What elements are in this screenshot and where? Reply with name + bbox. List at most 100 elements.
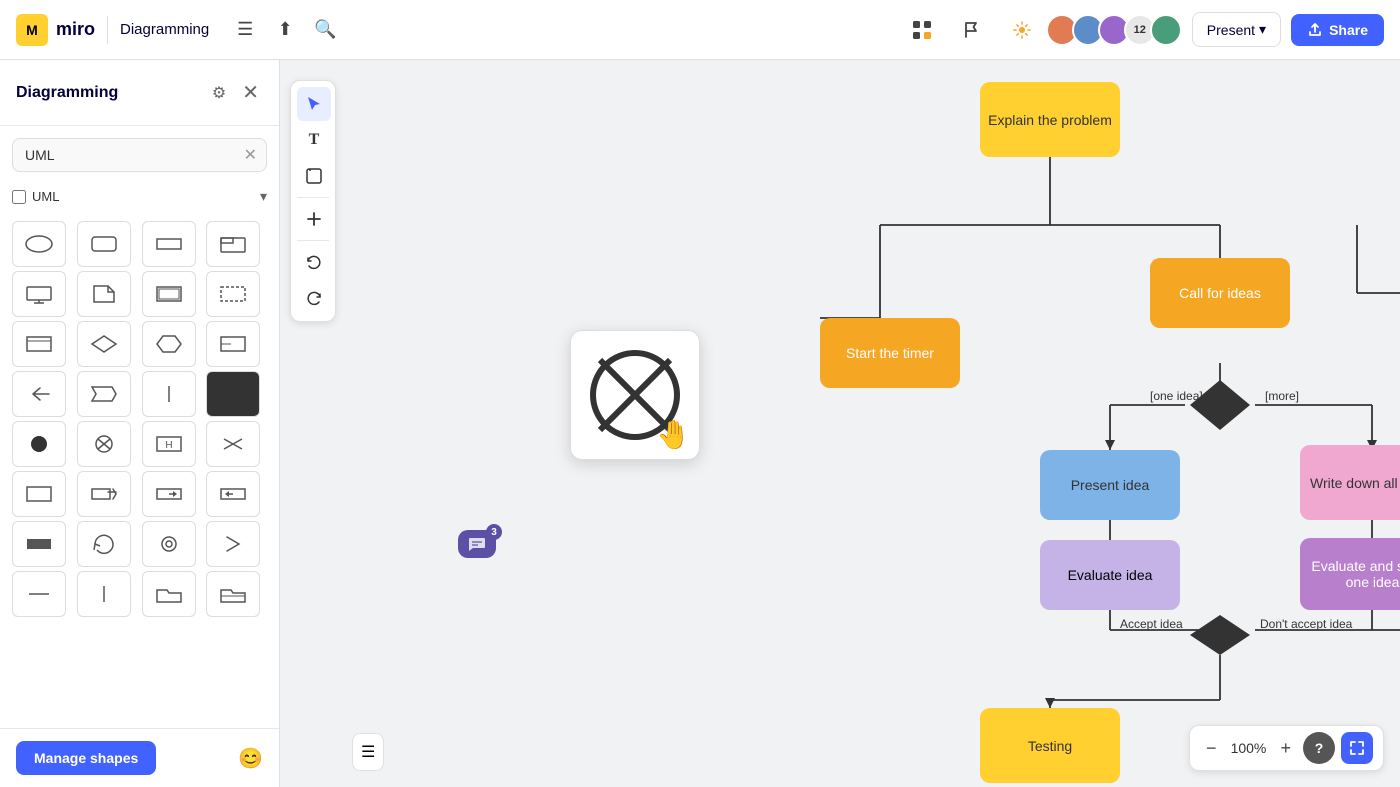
text-tool[interactable]: T: [297, 123, 331, 157]
cursor-hand-icon: 🤚: [656, 418, 691, 451]
zoom-level[interactable]: 100%: [1228, 740, 1268, 756]
logo-text: miro: [56, 19, 95, 40]
shape-refresh[interactable]: [77, 521, 131, 567]
header-icons: ☰ ⬆ 🔍: [229, 14, 341, 46]
shape-line[interactable]: [142, 371, 196, 417]
shape-dashed-rect[interactable]: [206, 271, 260, 317]
help-button[interactable]: ?: [1303, 732, 1335, 764]
shape-screen[interactable]: [12, 271, 66, 317]
shape-folder[interactable]: [142, 571, 196, 617]
expand-button[interactable]: [1341, 732, 1373, 764]
shape-rect-tab[interactable]: [206, 221, 260, 267]
search-icon[interactable]: 🔍: [309, 14, 341, 46]
filter-row: UML ▾: [0, 184, 279, 213]
shape-X-box[interactable]: [206, 421, 260, 467]
comment-count: 3: [486, 524, 502, 540]
search-input[interactable]: [12, 138, 267, 172]
logo: M miro: [16, 14, 95, 46]
shape-arrow-right-box[interactable]: [142, 471, 196, 517]
shape-diamond[interactable]: [77, 321, 131, 367]
upload-icon[interactable]: ⬆: [269, 14, 301, 46]
board-name[interactable]: Diagramming: [120, 21, 209, 38]
present-button[interactable]: Present ▾: [1192, 12, 1281, 47]
shape-partial[interactable]: [206, 321, 260, 367]
note-tool[interactable]: [297, 159, 331, 193]
cursor-tool[interactable]: [297, 87, 331, 121]
panel-title: Diagramming: [16, 84, 200, 102]
grid-apps-icon[interactable]: [902, 10, 942, 50]
shape-vline[interactable]: [77, 571, 131, 617]
shape-minus[interactable]: [12, 571, 66, 617]
add-tool[interactable]: [297, 202, 331, 236]
canvas-inner: [one idea] [more] Accept idea Don't acce…: [350, 60, 1400, 787]
node-call-ideas[interactable]: Call for ideas: [1150, 258, 1290, 328]
share-button[interactable]: Share: [1291, 14, 1384, 46]
shape-gt[interactable]: [206, 521, 260, 567]
panel-settings-button[interactable]: ⚙: [208, 79, 230, 107]
search-clear-button[interactable]: ✕: [244, 145, 257, 165]
node-present-idea[interactable]: Present idea: [1040, 450, 1180, 520]
sidebar-toggle-button[interactable]: ☰: [352, 733, 384, 771]
zoom-out-button[interactable]: −: [1200, 736, 1223, 761]
avatar-4: [1150, 14, 1182, 46]
flag-icon[interactable]: [952, 10, 992, 50]
emoji-button[interactable]: 😊: [238, 746, 263, 771]
shape-circle-filled[interactable]: [12, 421, 66, 467]
shape-folder2[interactable]: [206, 571, 260, 617]
svg-text:[more]: [more]: [1265, 389, 1299, 403]
panel-footer: Manage shapes 😊: [0, 728, 279, 787]
shape-arrow-exit[interactable]: [77, 471, 131, 517]
shape-rect-round[interactable]: [77, 221, 131, 267]
shape-ellipse[interactable]: [12, 221, 66, 267]
node-write-down[interactable]: Write down all ideas: [1300, 445, 1400, 520]
shape-cross-circle[interactable]: [77, 421, 131, 467]
shape-rect-dbl[interactable]: [142, 271, 196, 317]
node-start-timer[interactable]: Start the timer: [820, 318, 960, 388]
flowchart-connections: [one idea] [more] Accept idea Don't acce…: [350, 60, 1400, 787]
drag-overlay[interactable]: 🤚: [570, 330, 700, 460]
confetti-icon[interactable]: [1002, 10, 1042, 50]
undo-tool[interactable]: [297, 245, 331, 279]
search-box: ✕: [12, 138, 267, 172]
shapes-grid: H: [0, 213, 279, 625]
zoom-in-button[interactable]: +: [1274, 736, 1297, 761]
shape-circle-dot[interactable]: [142, 521, 196, 567]
node-evaluate-select[interactable]: Evaluate and select one idea: [1300, 538, 1400, 610]
comment-bubble[interactable]: 3: [458, 530, 496, 558]
shape-rect-wide[interactable]: [142, 221, 196, 267]
svg-text:Don't accept idea: Don't accept idea: [1260, 617, 1353, 631]
svg-text:Accept idea: Accept idea: [1120, 617, 1183, 631]
shape-arrow-left[interactable]: [12, 371, 66, 417]
manage-shapes-button[interactable]: Manage shapes: [16, 741, 156, 775]
header-right: 12 Present ▾ Share: [902, 10, 1384, 50]
shape-hexagon[interactable]: [142, 321, 196, 367]
panel-close-button[interactable]: ✕: [238, 76, 263, 109]
node-explain-problem[interactable]: Explain the problem: [980, 82, 1120, 157]
shape-filled-dark[interactable]: [206, 371, 260, 417]
sidebar-toggle-area: ☰: [352, 733, 384, 771]
shapes-panel: Diagramming ⚙ ✕ ✕ UML ▾ H: [0, 60, 280, 787]
canvas[interactable]: [one idea] [more] Accept idea Don't acce…: [350, 60, 1400, 787]
filter-chevron[interactable]: ▾: [260, 188, 267, 205]
toolbar: T: [290, 80, 336, 322]
shape-rect-db[interactable]: [12, 471, 66, 517]
shape-H-box[interactable]: H: [142, 421, 196, 467]
bottom-toolbar: − 100% + ?: [1189, 725, 1384, 771]
redo-tool[interactable]: [297, 281, 331, 315]
svg-text:H: H: [165, 440, 172, 451]
shape-arrow-left-box[interactable]: [206, 471, 260, 517]
shape-doc[interactable]: [77, 271, 131, 317]
menu-icon[interactable]: ☰: [229, 14, 261, 46]
node-testing[interactable]: Testing: [980, 708, 1120, 783]
shape-back[interactable]: [12, 521, 66, 567]
node-evaluate-idea[interactable]: Evaluate idea: [1040, 540, 1180, 610]
logo-mark: M: [16, 14, 48, 46]
shape-step[interactable]: [77, 371, 131, 417]
filter-checkbox[interactable]: [12, 190, 26, 204]
panel-header: Diagramming ⚙ ✕: [0, 60, 279, 126]
header-divider: [107, 16, 108, 44]
filter-label: UML: [32, 189, 254, 204]
shape-frame[interactable]: [12, 321, 66, 367]
svg-text:[one idea]: [one idea]: [1150, 389, 1203, 403]
header: M miro Diagramming ☰ ⬆ 🔍: [0, 0, 1400, 60]
